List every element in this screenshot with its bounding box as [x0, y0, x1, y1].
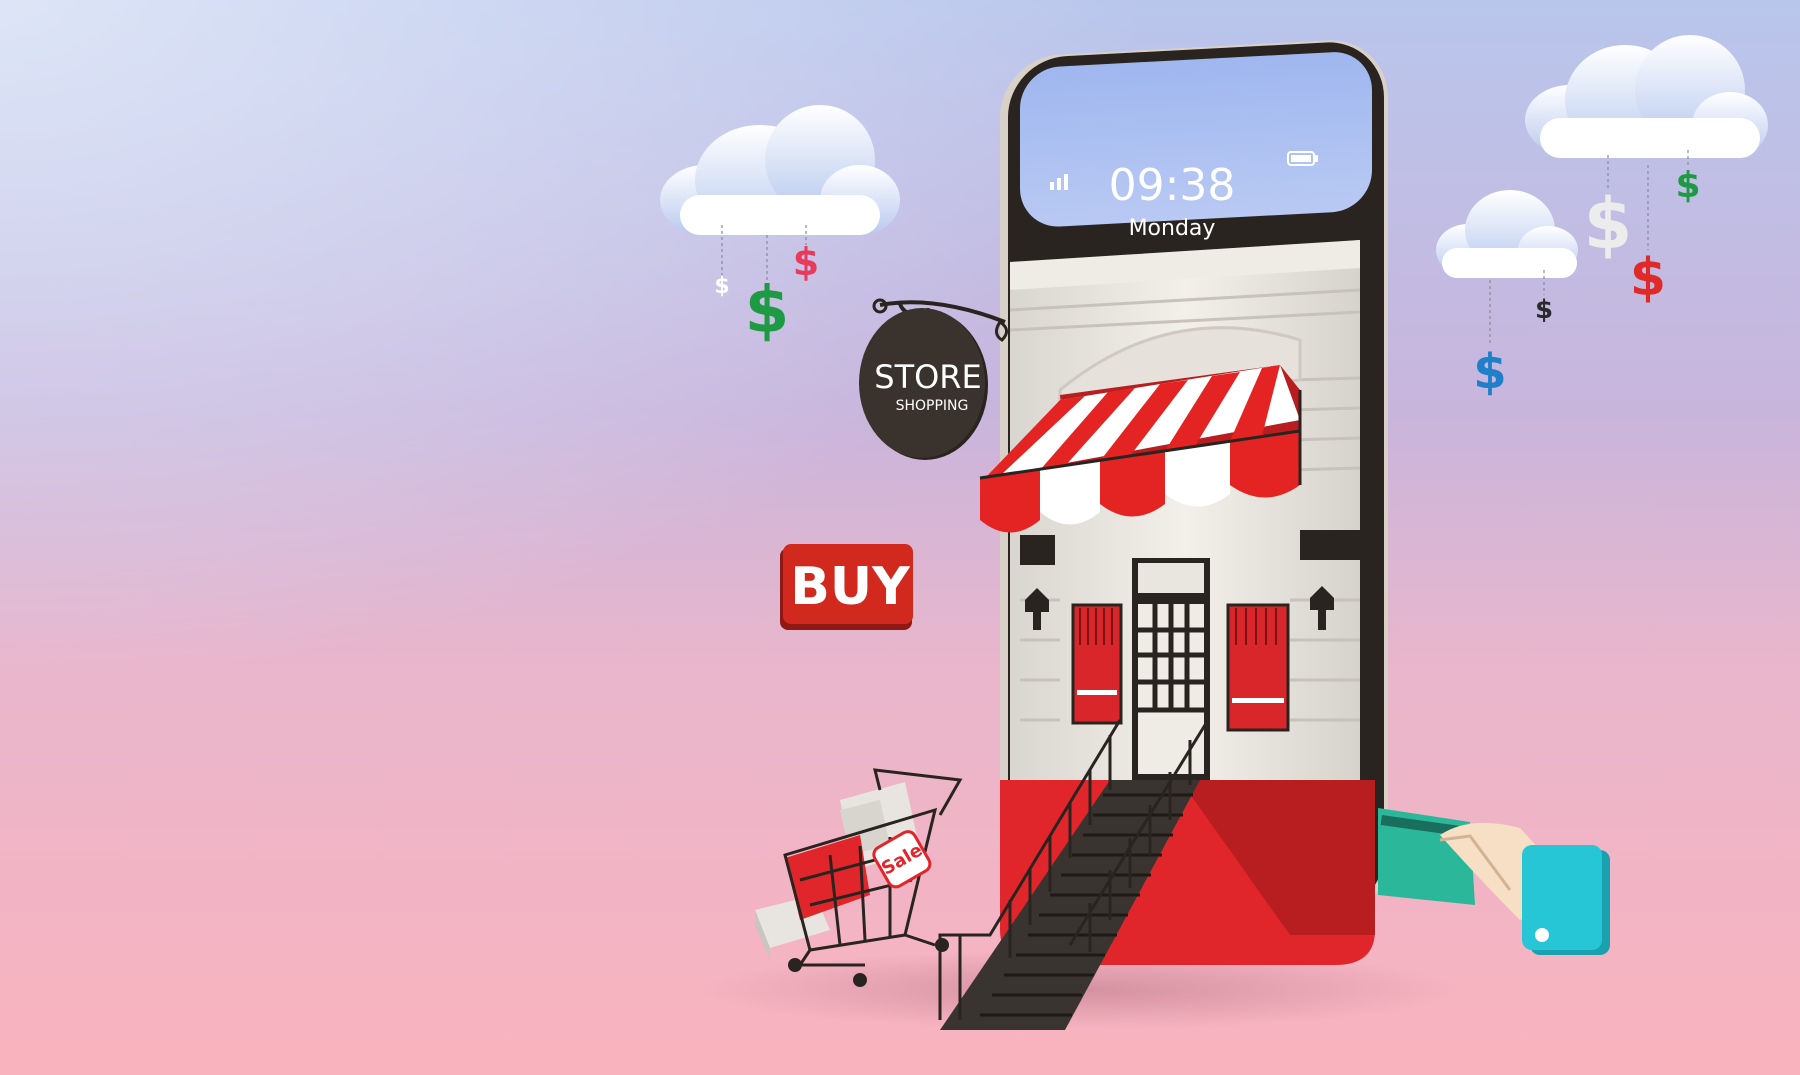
cloud-right-small: [1436, 190, 1578, 278]
clock-time: 09:38: [1109, 160, 1236, 211]
dollar-icon: $: [1535, 295, 1553, 325]
store-sign-subtitle: SHOPPING: [896, 398, 969, 414]
cloud-right-large: [1525, 35, 1768, 158]
store-sign-title: STORE: [874, 358, 982, 396]
dollar-icon: $: [1473, 344, 1506, 400]
window-right: [1226, 603, 1290, 732]
store-sign: STORE SHOPPING: [859, 298, 1008, 460]
dollar-icon: $: [793, 240, 819, 284]
background: $ $ $ $ $ $ $ $ 09:38 Monday STORE SHOPP…: [0, 0, 1800, 1075]
dollar-icon: $: [714, 274, 729, 299]
dollar-icon: $: [745, 274, 790, 348]
dollar-icon: $: [1630, 248, 1666, 308]
illustration: $ $ $ $ $ $ $ $ 09:38 Monday STORE SHOPP…: [660, 35, 1768, 1030]
hand-with-card: [1378, 808, 1610, 955]
buy-sign-label: BUY: [790, 557, 911, 617]
store-door: [1132, 558, 1210, 780]
window-left: [1071, 603, 1123, 725]
dollar-icon: $: [1675, 165, 1700, 206]
cloud-left: [660, 105, 900, 235]
dollar-icon: $: [1584, 183, 1633, 265]
storefront: [1000, 240, 1375, 965]
buy-sign: BUY: [780, 544, 913, 630]
clock-day: Monday: [1129, 216, 1216, 241]
